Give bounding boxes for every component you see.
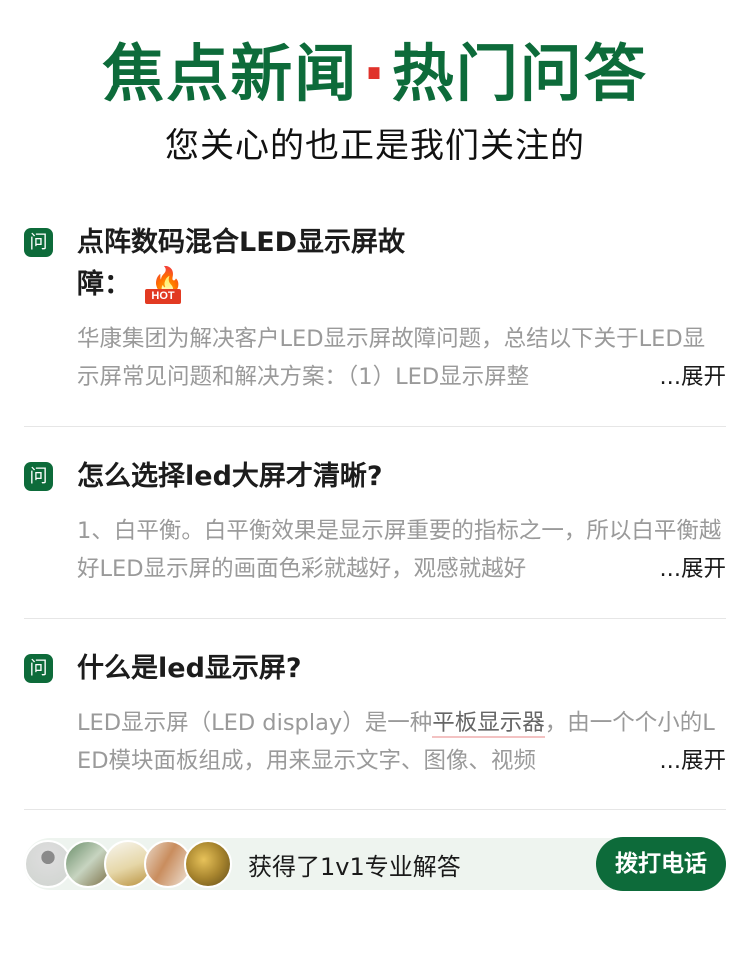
title-left: 焦点新闻 [102,37,359,110]
call-button[interactable]: 拨打电话 [596,837,726,891]
question-text[interactable]: 什么是led显示屏? [77,648,302,690]
question-badge: 问 [24,462,53,491]
avatar-group [24,840,232,888]
consult-bar: 获得了1v1专业解答 拨打电话 [24,837,726,891]
hot-icon: 🔥 HOT [145,266,183,304]
answer-keyword-link[interactable]: 平板显示器 [432,710,545,738]
title-right: 热门问答 [391,37,648,110]
expand-link[interactable]: ...展开 [623,550,726,588]
page-title: 焦点新闻·热门问答 [0,32,750,116]
title-dot: · [362,37,388,110]
divider [24,618,726,619]
consult-text: 获得了1v1专业解答 [248,852,461,881]
question-badge: 问 [24,228,53,257]
header: 焦点新闻·热门问答 您关心的也正是我们关注的 [0,32,750,168]
qa-item[interactable]: 问 怎么选择led大屏才清晰? 1、白平衡。白平衡效果是显示屏重要的指标之一，所… [24,456,726,588]
question-text[interactable]: 怎么选择led大屏才清晰? [77,456,383,498]
answer-preview: 1、白平衡。白平衡效果是显示屏重要的指标之一，所以白平衡越好LED显示屏的画面色… [77,512,726,588]
answer-text-start: LED显示屏（LED display）是一种 [77,710,433,736]
question-badge: 问 [24,654,53,683]
avatar [184,840,232,888]
answer-preview: 华康集团为解决客户LED显示屏故障问题，总结以下关于LED显示屏常见问题和解决方… [77,320,726,396]
page-subtitle: 您关心的也正是我们关注的 [165,126,585,166]
answer-preview: LED显示屏（LED display）是一种平板显示器，由一个个小的LED模块面… [77,704,726,780]
question-label: 点阵数码混合LED显示屏故障： [77,227,406,300]
qa-item[interactable]: 问 点阵数码混合LED显示屏故障： 🔥 HOT 华康集团为解决客户LED显示屏故障问… [24,222,726,396]
expand-link[interactable]: ...展开 [623,742,726,780]
hot-label: HOT [145,288,181,304]
divider [24,809,726,810]
divider [24,426,726,427]
qa-item[interactable]: 问 什么是led显示屏? LED显示屏（LED display）是一种平板显示器… [24,648,726,780]
answer-text: 华康集团为解决客户LED显示屏故障问题，总结以下关于LED显示屏常见问题和解决方… [77,326,706,390]
expand-link[interactable]: ...展开 [623,358,726,396]
question-text[interactable]: 点阵数码混合LED显示屏故障： 🔥 HOT [77,222,457,306]
